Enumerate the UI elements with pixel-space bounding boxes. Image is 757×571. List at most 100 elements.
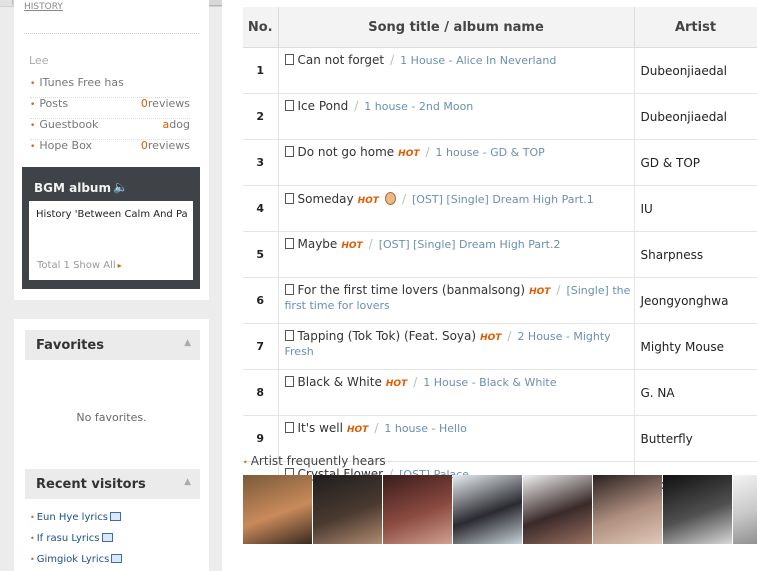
artist-link[interactable]: G. NA — [634, 369, 757, 416]
artist-link[interactable]: GD & TOP — [634, 139, 757, 186]
artist-photo-8[interactable] — [733, 475, 757, 544]
table-header-row: No. Song title / album name Artist — [243, 7, 757, 48]
row-number: 2 — [243, 93, 279, 140]
favorites-title: Favorites — [36, 338, 104, 353]
row-number: 3 — [243, 139, 279, 186]
stat-hope-box[interactable]: • Hope Box 0reviews — [30, 139, 190, 160]
artist-photo-5[interactable] — [523, 475, 592, 544]
song-cell: Can not forget / 1 House - Alice In Neverl… — [278, 47, 635, 94]
song-title-link[interactable]: Tapping (Tok Tok) (Feat. Soya) — [298, 329, 477, 343]
song-table: No. Song title / album name Artist 1 Can … — [243, 7, 757, 508]
table-row[interactable]: 8 Black & White HOT / 1 House - Black & Whit… — [243, 369, 757, 416]
artist-photo-1[interactable] — [243, 475, 312, 544]
artist-link[interactable]: IU — [634, 185, 757, 232]
lyrics-document-icon[interactable] — [284, 193, 294, 204]
collapse-caret-icon[interactable]: ▲ — [184, 338, 191, 348]
favorites-header[interactable]: Favorites ▲ — [25, 330, 200, 360]
bgm-player: History 'Between Calm And Pa Total 1 Sho… — [29, 201, 193, 280]
album-link[interactable]: 1 house - GD & TOP — [436, 146, 545, 159]
visitor-link[interactable]: • If rasu Lyrics — [30, 533, 113, 544]
window-icon — [111, 554, 123, 563]
lyrics-document-icon[interactable] — [284, 54, 294, 65]
lyrics-document-icon[interactable] — [284, 146, 294, 157]
table-row[interactable]: 4 Someday HOT / [OST] [Single] Dream High Pa… — [243, 185, 757, 232]
artist-link[interactable]: Mighty Mouse — [634, 323, 757, 370]
separator: / — [556, 283, 561, 297]
medal-icon — [384, 192, 396, 205]
recent-visitors-header[interactable]: Recent visitors ▲ — [25, 469, 200, 499]
album-link[interactable]: 1 House - Black & White — [423, 376, 556, 389]
stat-posts[interactable]: • Posts 0reviews — [30, 97, 190, 119]
separator: / — [425, 145, 430, 159]
song-title-link[interactable]: For the first time lovers (banmalsong) — [298, 283, 526, 297]
artist-photo-4[interactable] — [453, 475, 522, 544]
lyrics-document-icon[interactable] — [284, 238, 294, 249]
lyrics-document-icon[interactable] — [284, 100, 294, 111]
song-title-link[interactable]: Do not go home — [298, 145, 395, 159]
table-row[interactable]: 3 Do not go home HOT / 1 house - GD & TOP GD … — [243, 139, 757, 186]
hot-badge: HOT — [385, 379, 408, 389]
stat-itunes[interactable]: • ITunes Free has — [30, 76, 190, 98]
window-icon — [109, 512, 121, 521]
album-link[interactable]: 1 House - Alice In Neverland — [400, 54, 556, 67]
visitor-link[interactable]: • Gimgiok Lyrics — [30, 554, 123, 565]
stat-guestbook[interactable]: • Guestbook adog — [30, 118, 190, 140]
table-row[interactable]: 1 Can not forget / 1 House - Alice In Never… — [243, 47, 757, 94]
song-title-link[interactable]: Black & White — [298, 375, 382, 389]
album-link[interactable]: 1 house - 2nd Moon — [364, 100, 473, 113]
artist-link[interactable]: Dubeonjiaedal — [634, 47, 757, 94]
separator: / — [374, 421, 379, 435]
artist-link[interactable]: Jeongyonghwa — [634, 277, 757, 324]
visitor-link[interactable]: • Eun Hye lyrics — [30, 512, 121, 523]
artist-frequently-hears-heading: • Artist frequently hears — [243, 454, 386, 468]
bgm-now-playing[interactable]: History 'Between Calm And Pa — [36, 209, 188, 220]
stat-label: Guestbook — [39, 118, 99, 131]
table-row[interactable]: 7 Tapping (Tok Tok) (Feat. Soya) HOT/2 Hou… — [243, 323, 757, 370]
row-number: 6 — [243, 277, 279, 324]
stat-value: 0reviews — [140, 97, 190, 110]
song-cell: Black & White HOT / 1 House - Black & White — [278, 369, 635, 416]
bullet-icon: • — [30, 100, 36, 110]
song-title-link[interactable]: It's well — [298, 421, 343, 435]
hot-badge: HOT — [341, 241, 363, 251]
recent-visitors-title: Recent visitors — [36, 477, 146, 492]
artist-link[interactable]: Butterfly — [634, 415, 757, 462]
artist-photo-2[interactable] — [313, 475, 382, 544]
lyrics-document-icon[interactable] — [284, 376, 294, 387]
bgm-title: BGM album — [34, 181, 111, 195]
album-link[interactable]: [OST] [Single] Dream High Part.2 — [379, 238, 561, 251]
artist-link[interactable]: Dubeonjiaedal — [634, 93, 757, 140]
song-title-link[interactable]: Can not forget — [298, 53, 385, 67]
album-link[interactable]: [OST] [Single] Dream High Part.1 — [412, 193, 594, 206]
bullet-icon: • — [30, 79, 36, 89]
history-link[interactable]: HISTORY — [24, 2, 63, 12]
separator: / — [368, 237, 373, 251]
row-number: 5 — [243, 231, 279, 278]
col-header-artist: Artist — [634, 7, 757, 48]
lyrics-document-icon[interactable] — [284, 284, 294, 295]
table-row[interactable]: 6 For the first time lovers (banmalsong) H… — [243, 277, 757, 324]
collapse-caret-icon[interactable]: ▲ — [184, 477, 191, 487]
stat-label: Posts — [39, 97, 69, 110]
table-row[interactable]: 2 Ice Pond / 1 house - 2nd Moon Dubeonjiaeda… — [243, 93, 757, 140]
table-row[interactable]: 5 Maybe HOT / [OST] [Single] Dream High Part… — [243, 231, 757, 278]
lyrics-document-icon[interactable] — [284, 330, 294, 341]
artist-photo-7[interactable] — [663, 475, 732, 544]
window-icon — [101, 533, 113, 542]
artist-link[interactable]: Sharpness — [634, 231, 757, 278]
hot-badge: HOT — [480, 333, 502, 343]
stat-label: Hope Box — [39, 139, 93, 152]
song-title-link[interactable]: Someday — [298, 192, 354, 206]
separator: / — [401, 192, 406, 206]
album-link[interactable]: 1 house - Hello — [384, 422, 467, 435]
lyrics-document-icon[interactable] — [284, 422, 294, 433]
artist-photo-6[interactable] — [593, 475, 662, 544]
bgm-show-all-link[interactable]: Total 1 Show All ▸ — [37, 260, 122, 271]
artist-photo-3[interactable] — [383, 475, 452, 544]
song-cell: Maybe HOT / [OST] [Single] Dream High Part.… — [278, 231, 635, 278]
favorites-empty-text: No favorites. — [76, 411, 147, 424]
song-title-link[interactable]: Ice Pond — [298, 99, 349, 113]
speaker-icon[interactable]: 🔈 — [113, 180, 128, 194]
song-title-link[interactable]: Maybe — [298, 237, 338, 251]
row-number: 8 — [243, 369, 279, 416]
